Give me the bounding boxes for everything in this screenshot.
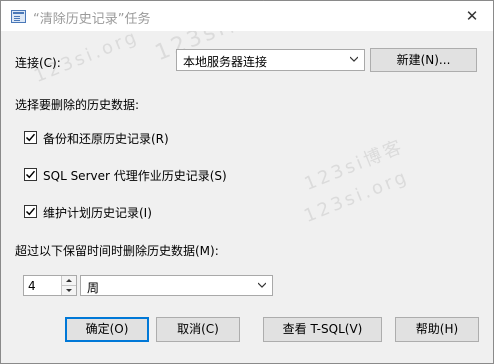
checkmark-icon (25, 170, 36, 179)
cancel-button[interactable]: 取消(C) (156, 317, 240, 342)
checkmark-icon (25, 133, 36, 142)
new-connection-button[interactable]: 新建(N)... (370, 48, 477, 72)
retention-unit-select[interactable]: 周 (80, 275, 273, 296)
spinner-down-button[interactable] (61, 286, 76, 295)
history-heading: 选择要删除的历史数据: (15, 98, 140, 112)
close-button[interactable]: ✕ (457, 4, 487, 28)
help-button[interactable]: 帮助(H) (395, 317, 479, 342)
watermark-3: 123si博客 (301, 135, 408, 195)
watermark-4: 123si.org (301, 165, 412, 228)
retention-amount-spinner[interactable]: 4 (23, 275, 77, 296)
agent-job-history-label[interactable]: SQL Server 代理作业历史记录(S) (43, 167, 227, 184)
connection-label: 连接(C): (15, 56, 61, 70)
retention-label: 超过以下保留时间时删除历史数据(M): (15, 244, 219, 258)
spinner-up-button[interactable] (61, 276, 76, 286)
window-title: “清除历史记录”任务 (33, 12, 151, 27)
clear-history-task-dialog: 123si博客 123si.org 123si博客 123si.org “清除历… (0, 0, 494, 364)
connection-select[interactable]: 本地服务器连接 (176, 49, 365, 71)
maintenance-plan-history-label[interactable]: 维护计划历史记录(I) (43, 204, 152, 221)
chevron-down-icon (350, 56, 358, 62)
retention-amount-value: 4 (28, 279, 36, 293)
arrow-up-icon (66, 279, 72, 282)
backup-restore-history-checkbox[interactable] (24, 131, 37, 144)
title-bar: “清除历史记录”任务 ✕ (1, 1, 493, 31)
agent-job-history-checkbox[interactable] (24, 168, 37, 181)
task-icon (11, 10, 26, 23)
chevron-down-icon (258, 282, 266, 288)
arrow-down-icon (66, 289, 72, 292)
backup-restore-history-label[interactable]: 备份和还原历史记录(R) (43, 130, 169, 147)
maintenance-plan-history-checkbox[interactable] (24, 205, 37, 218)
ok-button[interactable]: 确定(O) (65, 317, 149, 342)
retention-unit-value: 周 (87, 281, 100, 295)
checkmark-icon (25, 207, 36, 216)
view-tsql-button[interactable]: 查看 T-SQL(V) (263, 317, 382, 342)
connection-selected-value: 本地服务器连接 (183, 55, 268, 69)
